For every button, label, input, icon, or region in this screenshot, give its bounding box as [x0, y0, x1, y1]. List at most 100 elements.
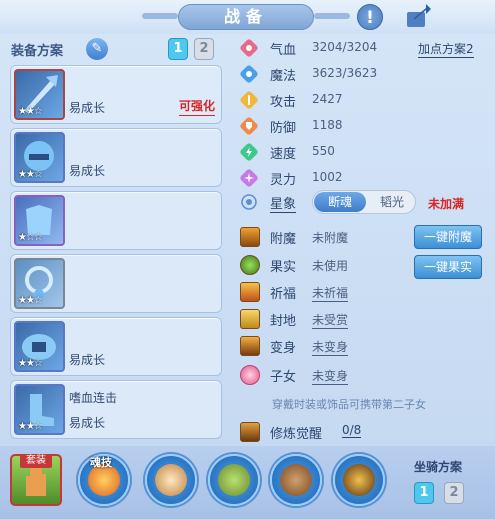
suit-label: 套装 [20, 454, 52, 468]
equip-slot-necklace[interactable]: ★★☆ [10, 254, 222, 313]
stat-row-attack: 攻击 2427 [232, 88, 490, 112]
stat-label: 魔法 [270, 69, 297, 84]
one-click-enchant-button[interactable]: 一键附魔 [414, 225, 482, 249]
star-rating: ★★☆ [18, 421, 43, 432]
ability-label: 附魔 [270, 232, 297, 247]
help-button[interactable]: ! [357, 4, 383, 30]
weapon-item-icon: ★★☆ [14, 69, 65, 120]
one-click-fruit-button[interactable]: 一键果实 [414, 255, 482, 279]
stat-row-defense: 防御 1188 [232, 114, 490, 138]
awaken-progress[interactable]: 0/8 [342, 423, 362, 438]
slot-item-trait: 易成长 [69, 353, 106, 367]
skill-slot-2[interactable] [208, 454, 260, 506]
soul-skill-button[interactable]: 魂技 [78, 454, 130, 506]
equip-slot-helmet[interactable]: ★★☆ 易成长 [10, 128, 222, 187]
mount-plan-tab-1[interactable]: 1 [414, 482, 434, 504]
stat-row-speed: 速度 550 [232, 140, 490, 164]
stat-label: 气血 [270, 43, 297, 58]
pencil-icon: ✎ [91, 41, 103, 56]
fruit-icon [240, 255, 260, 275]
attack-icon [240, 91, 258, 109]
skill-slot-3[interactable] [270, 454, 322, 506]
equip-slot-boots[interactable]: ★★☆ 嗜血连击 易成长 [10, 380, 222, 439]
ability-value[interactable]: 未受赏 [312, 311, 349, 329]
equip-slot-weapon[interactable]: ★★☆ 易成长 可强化 [10, 65, 222, 124]
stat-label: 速度 [270, 147, 297, 162]
toggle-option-duanhun[interactable]: 断魂 [314, 192, 366, 212]
enchant-icon [240, 227, 260, 247]
fief-icon [240, 309, 260, 329]
title-decoration-right [314, 13, 350, 19]
ability-row-fief: 封地 未受赏 [232, 307, 490, 331]
star-rating: ★☆☆ [18, 232, 43, 243]
spirit-icon [240, 169, 258, 187]
ability-row-children: 子女 未变身 [232, 363, 490, 387]
stat-value: 2427 [312, 92, 343, 106]
stat-label: 灵力 [270, 173, 297, 188]
boots-item-icon: ★★☆ [14, 384, 65, 435]
helmet-item-icon: ★★☆ [14, 132, 65, 183]
share-button[interactable] [404, 4, 432, 30]
title-decoration-left [142, 13, 178, 19]
equip-slot-armor[interactable]: ★☆☆ [10, 191, 222, 250]
slot-item-name: 嗜血连击 [69, 391, 118, 405]
star-rating: ★★☆ [18, 295, 43, 306]
ability-label: 果实 [270, 260, 297, 275]
ability-value[interactable]: 未变身 [312, 338, 349, 356]
star-rating: ★★☆ [18, 358, 43, 369]
mount-plan-tab-2[interactable]: 2 [444, 482, 464, 504]
second-child-note: 穿戴时装或饰品可携带第二子女 [272, 398, 426, 411]
skill-slot-4[interactable] [333, 454, 385, 506]
xingxiang-label[interactable]: 星象 [270, 193, 297, 213]
stat-value: 1002 [312, 170, 343, 184]
stat-label: 攻击 [270, 95, 297, 110]
arrow-icon [218, 464, 250, 496]
mount-plan-label: 坐骑方案 [414, 460, 463, 474]
equipment-panel: 装备方案 ✎ 1 2 ★★☆ 易成长 可强化 ★★☆ 易成长 ★☆☆ ★★☆ ★… [8, 34, 226, 444]
heart-icon [240, 39, 258, 57]
ability-label: 封地 [270, 314, 297, 329]
ability-label: 祈福 [270, 287, 297, 302]
upgradable-link[interactable]: 可强化 [178, 97, 215, 116]
belt-item-icon: ★★☆ [14, 321, 65, 372]
defense-icon [240, 117, 258, 135]
edit-plan-button[interactable]: ✎ [86, 38, 108, 60]
star-rating: ★★☆ [18, 169, 43, 180]
not-full-warning: 未加满 [428, 197, 465, 211]
stat-row-hp: 气血 3204/3204 [232, 36, 490, 60]
slot-item-trait: 易成长 [69, 101, 106, 115]
stat-value: 3204/3204 [312, 40, 378, 54]
toggle-option-taoguang[interactable]: 韬光 [369, 192, 415, 212]
ability-value[interactable]: 未祈福 [312, 284, 349, 302]
slot-item-trait: 易成长 [69, 416, 106, 430]
attributes-panel: 加点方案2 气血 3204/3204 魔法 3623/3623 攻击 2427 … [232, 34, 490, 444]
shield-icon [280, 464, 312, 496]
equip-plan-label: 装备方案 [11, 44, 64, 59]
ability-label: 变身 [270, 341, 297, 356]
mana-icon [240, 65, 258, 83]
stat-row-spirit: 灵力 1002 [232, 166, 490, 190]
stat-label: 防御 [270, 121, 297, 136]
equip-slot-belt[interactable]: ★★☆ 易成长 [10, 317, 222, 376]
ability-value[interactable]: 未变身 [312, 367, 349, 385]
exclamation-icon: ! [366, 8, 374, 28]
ability-value: 未使用 [312, 259, 349, 273]
ability-row-transform: 变身 未变身 [232, 334, 490, 358]
window-title: 战备 [178, 4, 314, 30]
horse-icon [343, 464, 375, 496]
constellation-icon [241, 194, 257, 210]
star-rating: ★★☆ [18, 106, 43, 117]
skill-slot-1[interactable] [145, 454, 197, 506]
ability-row-blessing: 祈福 未祈福 [232, 280, 490, 304]
constellation-toggle: 断魂 韬光 [312, 190, 416, 214]
necklace-item-icon: ★★☆ [14, 258, 65, 309]
blessing-icon [240, 282, 260, 302]
ability-label: 修炼觉醒 [270, 427, 323, 442]
fist-icon [155, 464, 187, 496]
share-icon [407, 4, 431, 27]
speed-icon [240, 143, 258, 161]
suit-button[interactable]: 套装 [10, 454, 62, 506]
equip-plan-tab-2[interactable]: 2 [194, 38, 214, 60]
stat-row-mp: 魔法 3623/3623 [232, 62, 490, 86]
equip-plan-tab-1[interactable]: 1 [168, 38, 188, 60]
